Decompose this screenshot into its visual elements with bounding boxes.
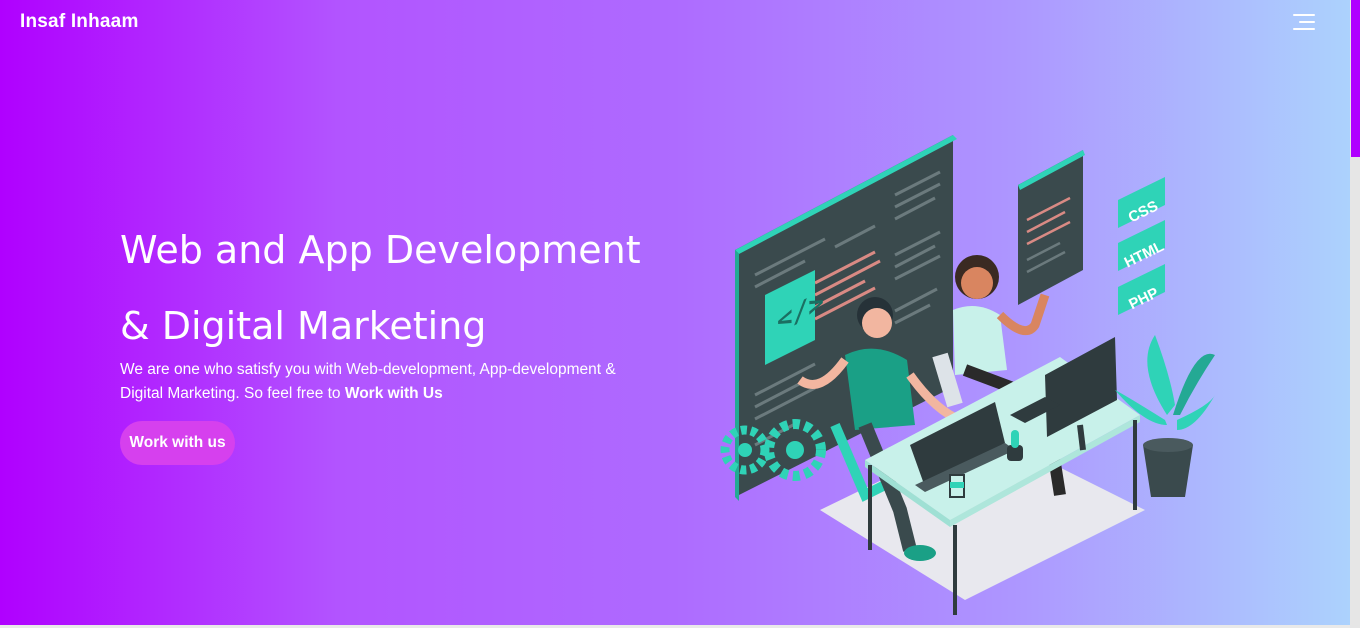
- hero-section: Insaf Inhaam Web and App Development & D…: [0, 0, 1350, 625]
- developers-illustration: </> CSS HTML PHP: [720, 135, 1215, 615]
- menu-line: [1299, 21, 1315, 23]
- plant-pot: [1143, 445, 1193, 497]
- hero-title-line-1: Web and App Development: [120, 228, 641, 272]
- hero-title: Web and App Development & Digital Market…: [120, 212, 680, 364]
- brand-logo[interactable]: Insaf Inhaam: [20, 11, 139, 33]
- tech-tags: CSS HTML PHP: [1118, 177, 1167, 315]
- hero-title-line-2: & Digital Marketing: [120, 304, 487, 348]
- work-with-us-button[interactable]: Work with us: [120, 421, 235, 465]
- hero-description-strong: Work with Us: [344, 385, 443, 402]
- scrollbar-thumb[interactable]: [1351, 0, 1360, 157]
- menu-line: [1293, 14, 1315, 16]
- hero-description: We are one who satisfy you with Web-deve…: [120, 358, 660, 406]
- vertical-scrollbar[interactable]: [1350, 0, 1360, 628]
- menu-line: [1293, 28, 1315, 30]
- hamburger-menu-icon[interactable]: [1293, 13, 1315, 31]
- man-body: [845, 348, 915, 430]
